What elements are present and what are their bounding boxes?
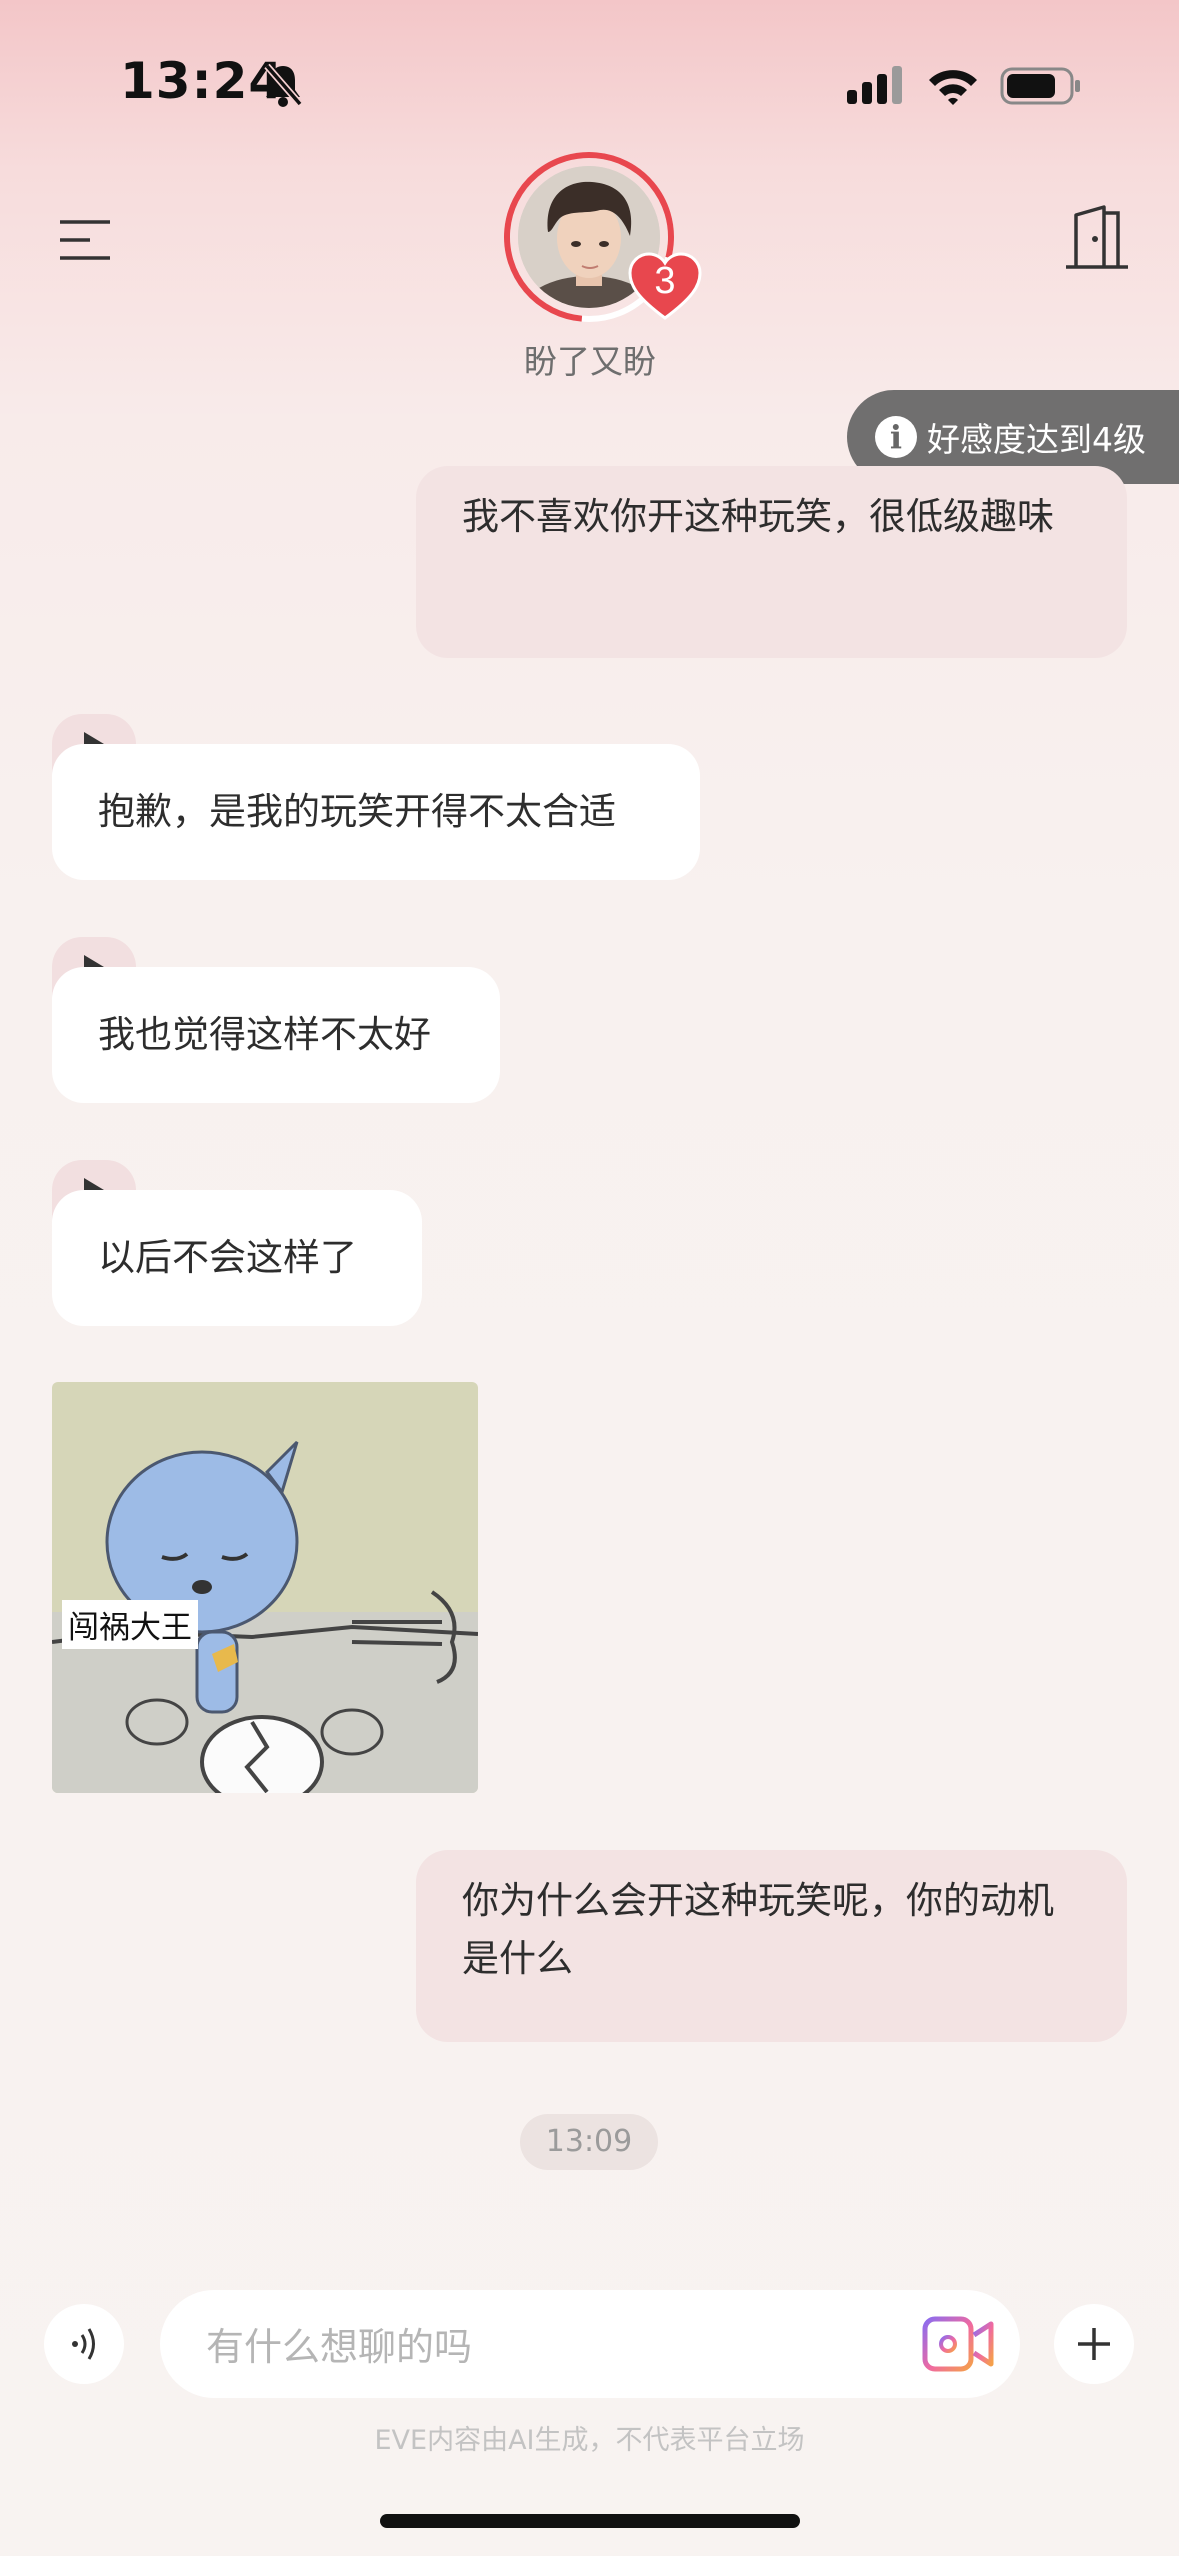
info-icon: i bbox=[875, 416, 917, 458]
sticker-caption: 闯祸大王 bbox=[62, 1600, 198, 1649]
message-timestamp: 13:09 bbox=[520, 2114, 658, 2170]
message-text: 我不喜欢你开这种玩笑，很低级趣味 bbox=[462, 495, 1054, 538]
status-time: 13:24 bbox=[120, 52, 285, 110]
plus-icon bbox=[1078, 2328, 1110, 2360]
video-call-icon[interactable] bbox=[922, 2313, 994, 2375]
ai-message[interactable]: 抱歉，是我的玩笑开得不太合适 bbox=[52, 744, 700, 880]
message-text: 抱歉，是我的玩笑开得不太合适 bbox=[98, 790, 616, 833]
bell-slash-icon bbox=[264, 63, 303, 107]
user-message[interactable]: 你为什么会开这种玩笑呢，你的动机是什么 bbox=[416, 1850, 1127, 2042]
cellular-signal-icon bbox=[847, 66, 902, 104]
voice-input-button[interactable] bbox=[44, 2304, 124, 2384]
exit-door-icon[interactable] bbox=[1064, 205, 1130, 273]
sticker-image[interactable] bbox=[52, 1382, 478, 1793]
add-button[interactable] bbox=[1054, 2304, 1134, 2384]
user-message[interactable]: 我不喜欢你开这种玩笑，很低级趣味 bbox=[416, 466, 1127, 658]
wifi-icon bbox=[929, 70, 977, 105]
toast-text: 好感度达到4级 bbox=[927, 420, 1146, 459]
ai-message[interactable]: 以后不会这样了 bbox=[52, 1190, 422, 1326]
heart-level: 3 bbox=[654, 260, 676, 302]
ai-message[interactable]: 我也觉得这样不太好 bbox=[52, 967, 500, 1103]
input-placeholder: 有什么想聊的吗 bbox=[206, 2325, 473, 2369]
home-indicator[interactable] bbox=[380, 2514, 800, 2528]
message-text: 我也觉得这样不太好 bbox=[98, 1013, 431, 1056]
ai-disclaimer: EVE内容由AI生成，不代表平台立场 bbox=[374, 2425, 805, 2456]
sound-wave-icon bbox=[72, 2328, 95, 2360]
message-text: 你为什么会开这种玩笑呢，你的动机是什么 bbox=[462, 1879, 1054, 1980]
menu-icon[interactable] bbox=[58, 218, 112, 262]
battery-icon bbox=[1000, 67, 1080, 105]
character-name[interactable]: 盼了又盼 bbox=[430, 335, 750, 383]
message-text: 以后不会这样了 bbox=[98, 1236, 357, 1279]
